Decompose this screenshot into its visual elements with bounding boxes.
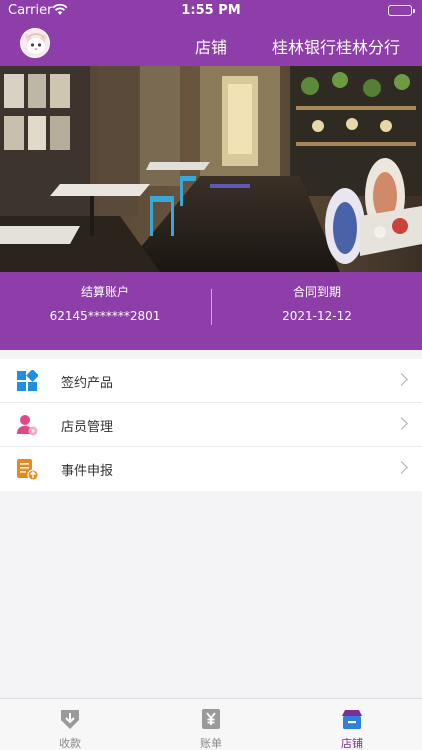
menu-item-label: 事件申报: [61, 464, 114, 479]
bank-name: 桂林银行桂林分行: [271, 38, 400, 57]
contract-expiry-date: 2021-12-12: [282, 309, 352, 323]
tab-label: 收款: [59, 737, 81, 750]
settlement-account-number: 62145*******2801: [49, 309, 161, 323]
tab-receive[interactable]: 收款: [0, 699, 140, 750]
contract-expiry-label: 合同到期: [292, 285, 341, 299]
bill-yen-icon: [199, 707, 223, 731]
report-icon: [16, 458, 39, 481]
tab-store[interactable]: 店铺: [282, 699, 422, 750]
menu-item-label: 签约产品: [61, 376, 114, 391]
download-receive-icon: [58, 707, 82, 731]
grid-icon: [16, 369, 39, 392]
tab-bills[interactable]: 账单: [141, 699, 281, 750]
store-icon: [340, 707, 364, 731]
menu-item-signed-products[interactable]: 签约产品: [0, 359, 422, 403]
store-banner-image: [0, 66, 422, 272]
status-bar: Carrier 1:55 PM: [0, 0, 422, 22]
battery-icon: [388, 5, 415, 16]
staff-icon: [16, 414, 38, 436]
tab-label: 店铺: [341, 737, 363, 750]
clock: 1:55 PM: [181, 3, 241, 18]
menu-list: 签约产品 店员管理 事件申报: [0, 359, 422, 491]
menu-item-event-report[interactable]: 事件申报: [0, 447, 422, 491]
chevron-right-icon: [395, 417, 408, 430]
page-title: 店铺: [195, 38, 228, 57]
tab-label: 账单: [200, 737, 222, 750]
settlement-account-label: 结算账户: [80, 285, 129, 299]
contract-expiry: 合同到期 2021-12-12: [212, 284, 422, 324]
chevron-right-icon: [395, 373, 408, 386]
avatar[interactable]: [20, 28, 50, 58]
menu-item-staff-management[interactable]: 店员管理: [0, 403, 422, 447]
tab-bar: 收款 账单 店铺: [0, 698, 422, 750]
menu-item-label: 店员管理: [61, 420, 114, 435]
settlement-account: 结算账户 62145*******2801: [0, 284, 210, 324]
nav-bar: 店铺 桂林银行桂林分行: [0, 22, 422, 66]
account-info-panel: 结算账户 62145*******2801 合同到期 2021-12-12: [0, 272, 422, 350]
chevron-right-icon: [395, 461, 408, 474]
